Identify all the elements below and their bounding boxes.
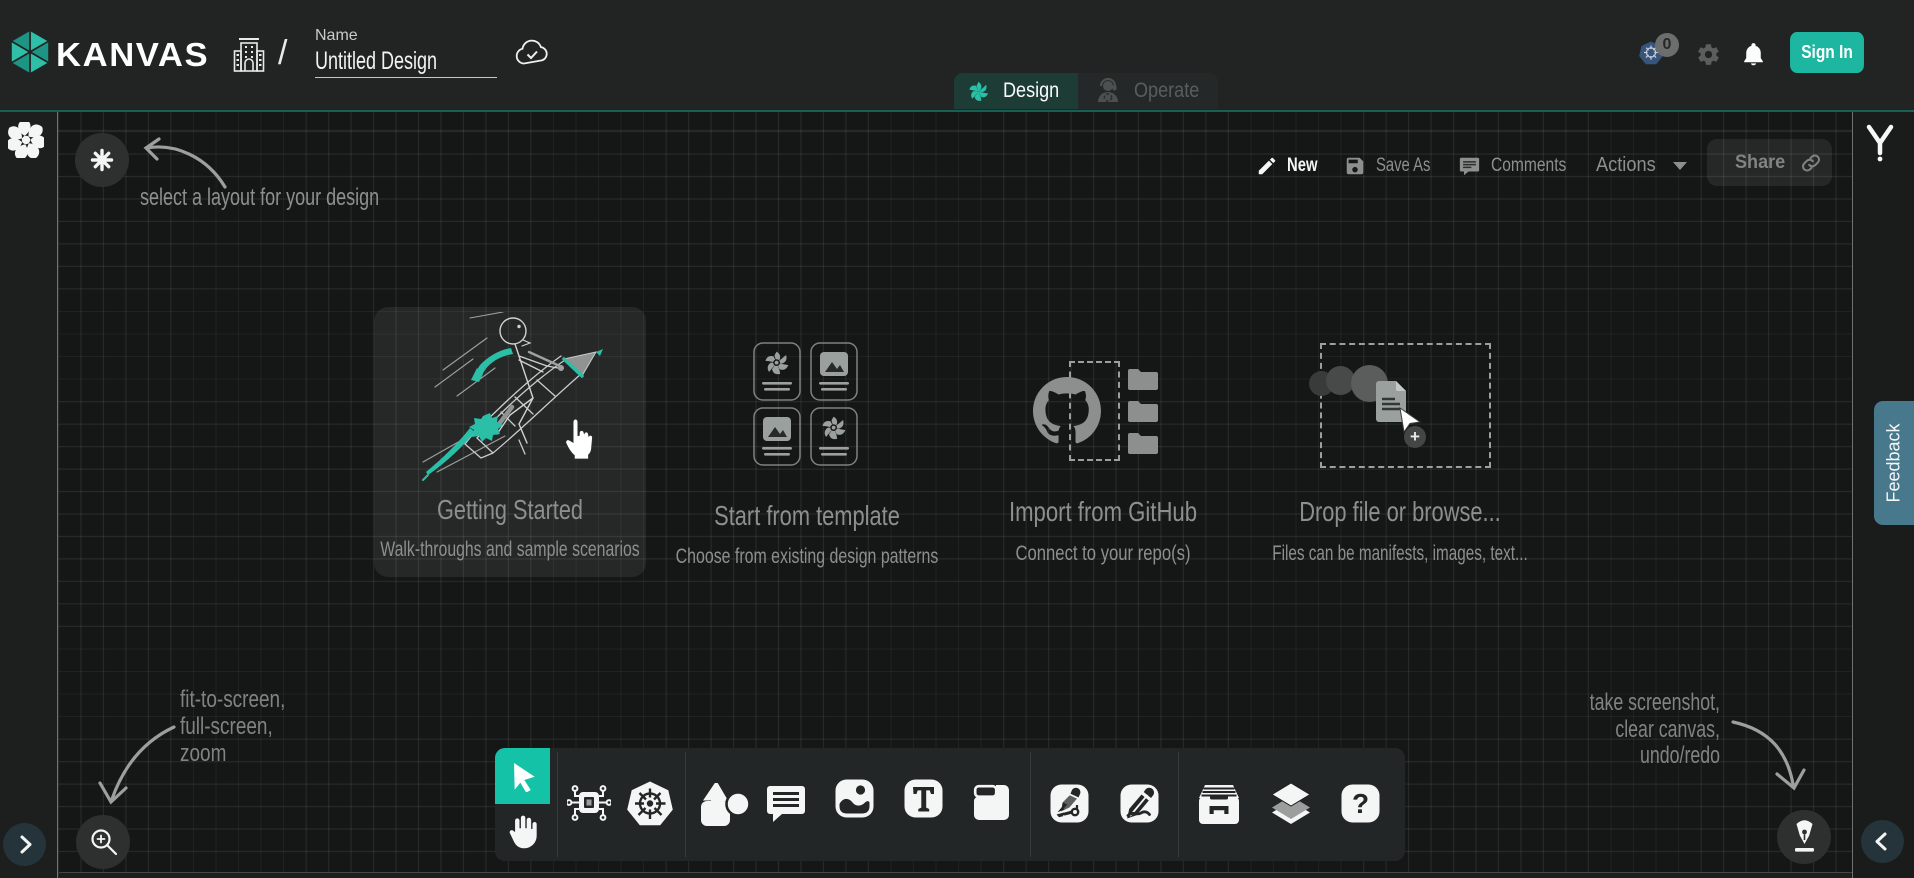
- svg-text:?: ?: [1352, 788, 1369, 819]
